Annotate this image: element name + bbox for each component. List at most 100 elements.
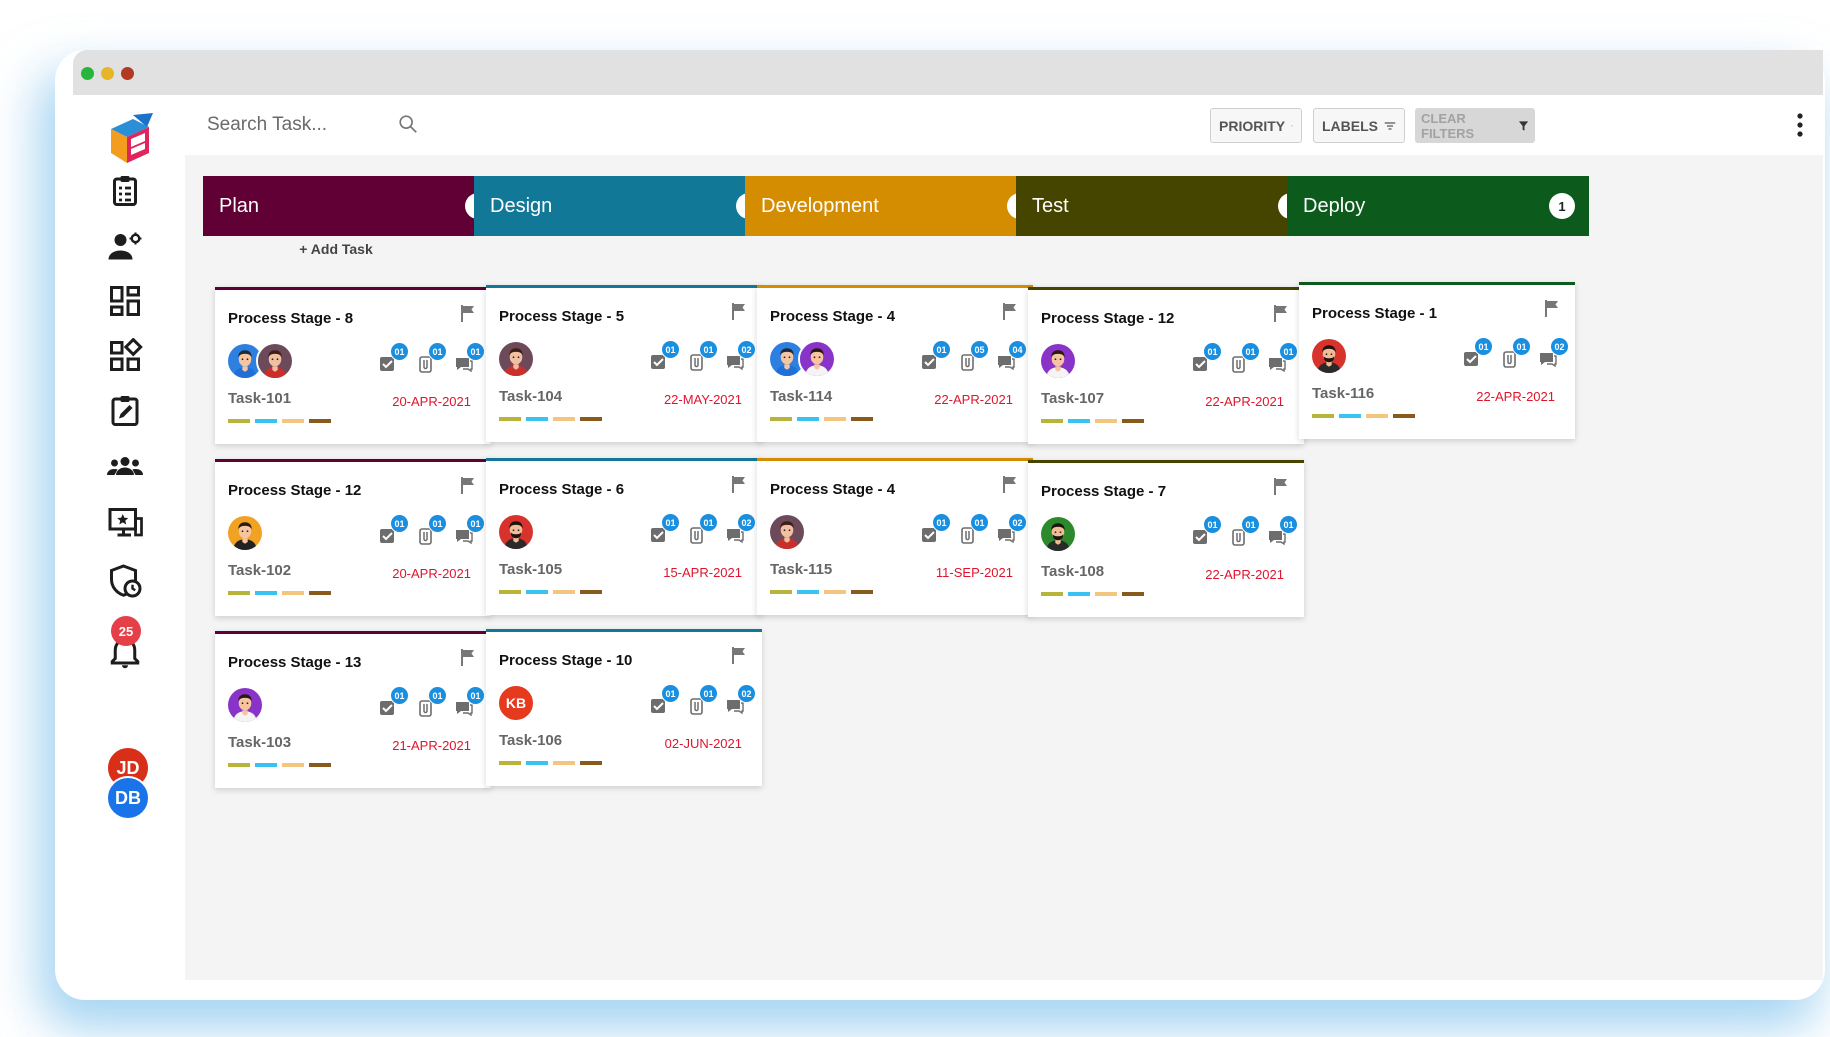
label-bar[interactable] [526, 761, 548, 765]
app-logo-icon[interactable] [103, 113, 155, 169]
label-bar[interactable] [282, 591, 304, 595]
priority-filter-button[interactable]: PRIORITY [1210, 108, 1302, 143]
label-bar[interactable] [282, 763, 304, 767]
flag-icon[interactable] [1001, 475, 1019, 493]
task-card[interactable]: Process Stage - 8 01 01 01 Task-101 20-APR-20… [215, 287, 491, 444]
comment-stat[interactable]: 02 [725, 340, 756, 372]
user-avatar-db[interactable]: DB [106, 776, 150, 820]
assignee-avatar[interactable] [497, 513, 535, 551]
flag-icon[interactable] [730, 475, 748, 493]
task-card[interactable]: Process Stage - 12 01 01 01 Task-107 22-APR-2… [1028, 287, 1304, 444]
label-bar[interactable] [553, 761, 575, 765]
attachment-stat[interactable]: 01 [1229, 342, 1260, 374]
assignee-avatar[interactable] [226, 514, 264, 552]
label-bar[interactable] [255, 419, 277, 423]
comment-stat[interactable]: 04 [996, 340, 1027, 372]
checklist-stat[interactable]: 01 [649, 513, 680, 545]
add-task-button[interactable]: + Add Task [185, 241, 487, 257]
attachment-stat[interactable]: 01 [416, 342, 447, 374]
attachment-stat[interactable]: 01 [687, 340, 718, 372]
checklist-stat[interactable]: 01 [1462, 337, 1493, 369]
column-header-test[interactable]: Test2 [1016, 176, 1318, 236]
window-maximize-dot[interactable] [121, 67, 134, 80]
label-bar[interactable] [1041, 592, 1063, 596]
shield-clock-icon[interactable] [107, 563, 143, 599]
column-header-development[interactable]: Development2 [745, 176, 1047, 236]
label-bar[interactable] [824, 590, 846, 594]
label-bar[interactable] [499, 590, 521, 594]
label-bar[interactable] [309, 591, 331, 595]
comment-stat[interactable]: 02 [996, 513, 1027, 545]
label-bar[interactable] [553, 590, 575, 594]
label-bar[interactable] [1068, 592, 1090, 596]
comment-stat[interactable]: 01 [1267, 342, 1298, 374]
label-bar[interactable] [1068, 419, 1090, 423]
team-icon[interactable] [107, 448, 143, 484]
checklist-stat[interactable]: 01 [378, 514, 409, 546]
flag-icon[interactable] [730, 302, 748, 320]
label-bar[interactable] [824, 417, 846, 421]
checklist-stat[interactable]: 01 [649, 684, 680, 716]
flag-icon[interactable] [1001, 302, 1019, 320]
comment-stat[interactable]: 02 [725, 513, 756, 545]
checklist-stat[interactable]: 01 [1191, 342, 1222, 374]
widgets-icon[interactable] [107, 337, 143, 374]
label-bar[interactable] [255, 591, 277, 595]
search-input[interactable] [207, 95, 427, 155]
task-card[interactable]: Process Stage - 4 01 05 04 Task-114 22-APR-20… [757, 285, 1033, 442]
checklist-stat[interactable]: 01 [1191, 515, 1222, 547]
assignee-avatar[interactable] [768, 513, 806, 551]
flag-icon[interactable] [459, 648, 477, 666]
flag-icon[interactable] [730, 646, 748, 664]
task-edit-icon[interactable] [107, 393, 143, 429]
label-bar[interactable] [1041, 419, 1063, 423]
label-bar[interactable] [1095, 419, 1117, 423]
assignee-avatar[interactable] [1310, 337, 1348, 375]
label-bar[interactable] [499, 761, 521, 765]
task-card[interactable]: Process Stage - 1 01 01 02 Task-116 22-APR-20… [1299, 282, 1575, 439]
label-bar[interactable] [797, 590, 819, 594]
comment-stat[interactable]: 01 [454, 514, 485, 546]
label-bar[interactable] [553, 417, 575, 421]
dashboard-icon[interactable] [107, 283, 143, 319]
label-bar[interactable] [1122, 419, 1144, 423]
comment-stat[interactable]: 01 [1267, 515, 1298, 547]
attachment-stat[interactable]: 05 [958, 340, 989, 372]
flag-icon[interactable] [1543, 299, 1561, 317]
label-bar[interactable] [255, 763, 277, 767]
assignee-avatar[interactable] [497, 340, 535, 378]
assignee-avatar[interactable] [798, 340, 836, 378]
assignee-avatar[interactable] [226, 686, 264, 724]
attachment-stat[interactable]: 01 [1500, 337, 1531, 369]
label-bar[interactable] [1095, 592, 1117, 596]
labels-filter-button[interactable]: LABELS [1313, 108, 1405, 143]
more-options-icon[interactable] [1795, 111, 1805, 139]
label-bar[interactable] [580, 417, 602, 421]
assignee-avatar[interactable]: KB [497, 684, 535, 722]
comment-stat[interactable]: 02 [725, 684, 756, 716]
window-close-dot[interactable] [81, 67, 94, 80]
label-bar[interactable] [1339, 414, 1361, 418]
column-header-design[interactable]: Design3 [474, 176, 776, 236]
column-header-deploy[interactable]: Deploy 1 [1287, 176, 1589, 236]
label-bar[interactable] [770, 417, 792, 421]
search-icon[interactable] [397, 113, 419, 135]
attachment-stat[interactable]: 01 [416, 686, 447, 718]
label-bar[interactable] [851, 417, 873, 421]
task-card[interactable]: Process Stage - 12 01 01 01 Task-102 20-APR-2… [215, 459, 491, 616]
task-card[interactable]: Process Stage - 5 01 01 02 Task-104 22-MAY-20… [486, 285, 762, 442]
label-bar[interactable] [526, 417, 548, 421]
label-bar[interactable] [797, 417, 819, 421]
label-bar[interactable] [228, 763, 250, 767]
column-header-plan[interactable]: Plan3 [203, 176, 505, 236]
label-bar[interactable] [580, 590, 602, 594]
flag-icon[interactable] [1272, 477, 1290, 495]
task-card[interactable]: Process Stage - 13 01 01 01 Task-103 21-APR-2… [215, 631, 491, 788]
task-card[interactable]: Process Stage - 4 01 01 02 Task-115 11-SEP-20… [757, 458, 1033, 615]
user-settings-icon[interactable] [107, 228, 143, 264]
attachment-stat[interactable]: 01 [687, 684, 718, 716]
task-card[interactable]: Process Stage - 10 KB 01 01 02 Task-106 02-JUN… [486, 629, 762, 786]
assignee-avatar[interactable] [1039, 342, 1077, 380]
label-bar[interactable] [770, 590, 792, 594]
flag-icon[interactable] [459, 304, 477, 322]
